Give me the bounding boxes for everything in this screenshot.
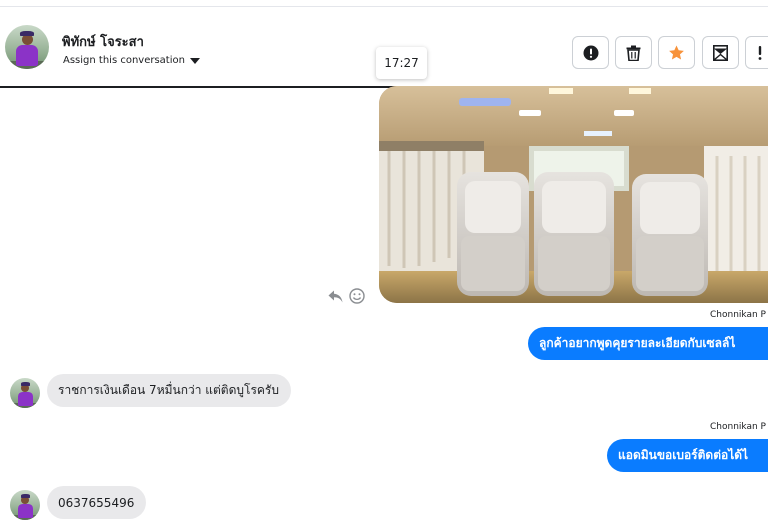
- assign-conversation-dropdown[interactable]: Assign this conversation: [63, 55, 200, 66]
- user-avatar[interactable]: [5, 25, 49, 69]
- outgoing-message[interactable]: ลูกค้าอยากพูดคุยรายละเอียดกับเซลล์ไ: [528, 327, 768, 360]
- assign-label: Assign this conversation: [63, 55, 185, 66]
- sender-name: Chonnikan P: [710, 422, 766, 432]
- star-icon: [669, 45, 684, 59]
- contact-avatar: [10, 378, 40, 408]
- alert-circle-icon: [583, 45, 598, 60]
- timestamp-tooltip: 17:27: [376, 47, 427, 79]
- trash-icon: [626, 45, 641, 61]
- van-interior-photo: [379, 86, 768, 303]
- archive-box-icon: [713, 44, 728, 61]
- more-button[interactable]: [745, 36, 768, 69]
- image-message[interactable]: [379, 86, 768, 303]
- outgoing-message[interactable]: แอดมินขอเบอร์ติดต่อได้ไ: [607, 439, 768, 472]
- star-button[interactable]: [658, 36, 695, 69]
- delete-button[interactable]: [615, 36, 652, 69]
- message-actions: [328, 288, 365, 304]
- chevron-down-icon: [189, 57, 200, 64]
- emoji-icon[interactable]: [349, 288, 365, 304]
- incoming-message[interactable]: ราชการเงินเดือน 7หมื่นกว่า แต่ติดบูโรครั…: [47, 374, 291, 407]
- user-name[interactable]: พิทักษ์ โจระสา: [62, 31, 144, 52]
- reply-icon[interactable]: [328, 290, 343, 303]
- contact-avatar: [10, 490, 40, 520]
- sender-name: Chonnikan P: [710, 310, 766, 320]
- archive-button[interactable]: [702, 36, 739, 69]
- exclamation-icon: [758, 45, 762, 60]
- incoming-message[interactable]: 0637655496: [47, 486, 147, 519]
- report-button[interactable]: [572, 36, 609, 69]
